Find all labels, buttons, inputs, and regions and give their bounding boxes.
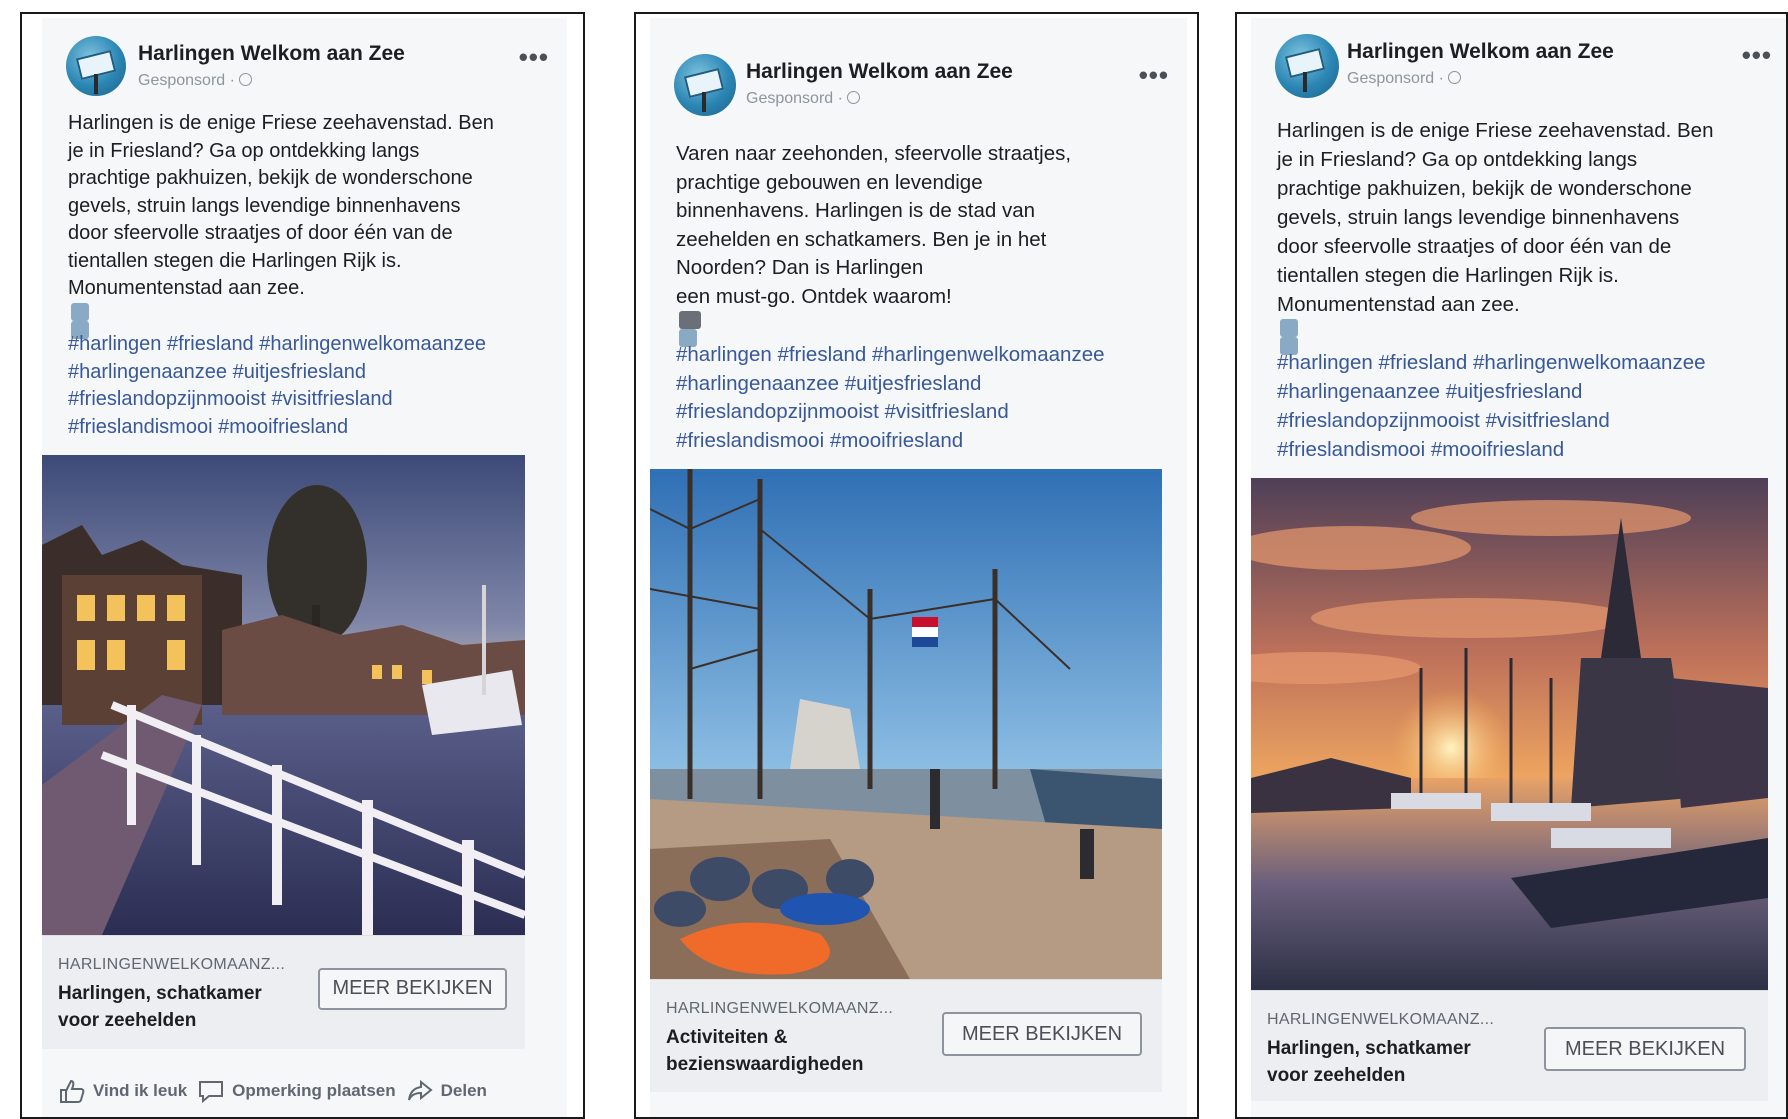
post-text-line: door sfeervolle straatjes of door één va… (68, 222, 453, 244)
hashtags: #harlingen #friesland #harlingenwelkomaa… (676, 341, 1105, 455)
globe-icon (238, 73, 252, 86)
cta-bar[interactable]: HARLINGENWELKOMAANZ... Activiteiten & be… (650, 979, 1162, 1092)
comment-button[interactable]: Opmerking plaatsen (197, 1078, 396, 1104)
post-card: Harlingen Welkom aan Zee Gesponsord · ••… (650, 18, 1187, 1117)
lighthouse-emoji-icon (1280, 319, 1298, 337)
hashtag-line[interactable]: #frieslandopzijnmooist #visitfriesland (1277, 406, 1706, 435)
hashtag-line[interactable]: #frieslandismooi #mooifriesland (1277, 435, 1706, 464)
more-options-icon[interactable]: ••• (519, 42, 549, 73)
sponsored-label: Gesponsord · (746, 90, 860, 108)
sponsored-label: Gesponsord · (138, 72, 252, 90)
post-text-line: je in Friesland? Ga op ontdekking langs (1277, 148, 1638, 171)
post-text-line: gevels, struin langs levendige binnenhav… (68, 194, 461, 217)
eyes-emoji-icon (679, 311, 701, 329)
link-title: Harlingen, schatkamer voor zeehelden (1267, 1038, 1471, 1086)
post-header: Harlingen Welkom aan Zee Gesponsord · ••… (1275, 34, 1772, 100)
hashtag-line[interactable]: #frieslandopzijnmooist #visitfriesland (68, 386, 486, 414)
cta-bar[interactable]: HARLINGENWELKOMAANZ... Harlingen, schatk… (1251, 990, 1768, 1101)
page-avatar[interactable] (1275, 34, 1339, 98)
like-button[interactable]: Vind ik leuk (58, 1078, 187, 1104)
hashtag-line[interactable]: #harlingen #friesland #harlingenwelkomaa… (1277, 348, 1706, 377)
page-name[interactable]: Harlingen Welkom aan Zee (138, 42, 405, 66)
share-icon (407, 1079, 433, 1101)
page-name[interactable]: Harlingen Welkom aan Zee (746, 60, 1013, 84)
post-text-line: gevels, struin langs levendige binnenhav… (1277, 206, 1680, 229)
hashtag-line[interactable]: #harlingenaanzee #uitjesfriesland (1277, 377, 1706, 406)
post-text-line: tientallen stegen die Harlingen Rijk is. (68, 249, 402, 272)
hashtag-line[interactable]: #harlingen #friesland #harlingenwelkomaa… (68, 331, 486, 359)
thumbs-up-icon (60, 1079, 85, 1103)
globe-icon (846, 91, 860, 104)
meer-bekijken-button[interactable]: MEER BEKIJKEN (942, 1012, 1142, 1056)
hashtag-line[interactable]: #harlingen #friesland #harlingenwelkomaa… (676, 341, 1105, 370)
share-button[interactable]: Delen (406, 1078, 487, 1104)
hashtag-line[interactable]: #harlingenaanzee #uitjesfriesland (676, 370, 1105, 399)
post-actions: Vind ik leuk Opmerking plaatsen Delen (58, 1076, 553, 1106)
post-header: Harlingen Welkom aan Zee Gesponsord · ••… (66, 36, 549, 102)
ad-frame-1: Harlingen Welkom aan Zee Gesponsord · ••… (20, 12, 585, 1119)
post-card: Harlingen Welkom aan Zee Gesponsord · ••… (42, 18, 567, 1117)
link-title: Activiteiten & bezienswaardigheden (666, 1027, 864, 1075)
post-text-line: door sfeervolle straatjes of door één va… (1277, 235, 1672, 258)
link-domain: HARLINGENWELKOMAANZ... (1267, 1011, 1495, 1028)
post-text-line: zeehelden en schatkamers. Ben je in het (676, 227, 1047, 251)
page-avatar[interactable] (674, 54, 736, 116)
post-text-line: prachtige gebouwen en levendige (676, 170, 983, 194)
post-text: Harlingen is de enige Friese zeehavensta… (68, 110, 494, 339)
post-text-line: Noorden? Dan is Harlingen (676, 256, 924, 279)
meer-bekijken-button[interactable]: MEER BEKIJKEN (1544, 1027, 1746, 1071)
link-domain: HARLINGENWELKOMAANZ... (58, 956, 286, 973)
link-title: Harlingen, schatkamer voor zeehelden (58, 983, 262, 1031)
post-header: Harlingen Welkom aan Zee Gesponsord · ••… (674, 54, 1169, 120)
post-text-line: Monumentenstad aan zee. (1277, 290, 1713, 355)
hashtags: #harlingen #friesland #harlingenwelkomaa… (1277, 348, 1706, 464)
post-text-line: een must-go. Ontdek waarom! (676, 283, 1071, 347)
globe-icon (1447, 71, 1461, 84)
post-text-line: Monumentenstad aan zee. (68, 275, 494, 339)
ad-frame-2: Harlingen Welkom aan Zee Gesponsord · ••… (634, 12, 1199, 1119)
comment-icon (199, 1081, 224, 1104)
post-text-line: binnenhavens. Harlingen is de stad van (676, 199, 1035, 222)
hashtag-line[interactable]: #frieslandopzijnmooist #visitfriesland (676, 398, 1105, 427)
post-text-line: je in Friesland? Ga op ontdekking langs (68, 139, 420, 162)
meer-bekijken-button[interactable]: MEER BEKIJKEN (318, 968, 507, 1010)
post-text-line: Harlingen is de enige Friese zeehavensta… (1277, 119, 1714, 142)
more-options-icon[interactable]: ••• (1139, 60, 1169, 91)
ad-photo-harbour-evening[interactable] (42, 455, 525, 935)
post-text: Harlingen is de enige Friese zeehavensta… (1277, 116, 1713, 355)
ad-frame-3: Harlingen Welkom aan Zee Gesponsord · ••… (1235, 12, 1788, 1119)
link-domain: HARLINGENWELKOMAANZ... (666, 1000, 894, 1017)
hashtag-line[interactable]: #frieslandismooi #mooifriesland (676, 427, 1105, 456)
post-text-line: tientallen stegen die Harlingen Rijk is. (1277, 264, 1619, 287)
post-text-line: Varen naar zeehonden, sfeervolle straatj… (676, 142, 1072, 165)
post-text-line: prachtige pakhuizen, bekijk de wondersch… (68, 167, 473, 189)
ad-photo-tall-ships-quay[interactable] (650, 469, 1162, 979)
post-text-line: prachtige pakhuizen, bekijk de wondersch… (1277, 177, 1692, 200)
ad-photo-harbour-sunset[interactable] (1251, 478, 1768, 990)
post-card: Harlingen Welkom aan Zee Gesponsord · ••… (1251, 18, 1786, 1117)
lighthouse-emoji-icon (71, 302, 89, 321)
hashtag-line[interactable]: #harlingenaanzee #uitjesfriesland (68, 359, 486, 387)
page-avatar[interactable] (66, 36, 126, 96)
cta-bar[interactable]: HARLINGENWELKOMAANZ... Harlingen, schatk… (42, 935, 525, 1049)
hashtag-line[interactable]: #frieslandismooi #mooifriesland (68, 414, 486, 442)
page-name[interactable]: Harlingen Welkom aan Zee (1347, 40, 1614, 64)
hashtags: #harlingen #friesland #harlingenwelkomaa… (68, 331, 486, 441)
post-text: Varen naar zeehonden, sfeervolle straatj… (676, 140, 1071, 347)
sponsored-label: Gesponsord · (1347, 70, 1461, 88)
more-options-icon[interactable]: ••• (1742, 40, 1772, 71)
post-text-line: Harlingen is de enige Friese zeehavensta… (68, 112, 494, 134)
